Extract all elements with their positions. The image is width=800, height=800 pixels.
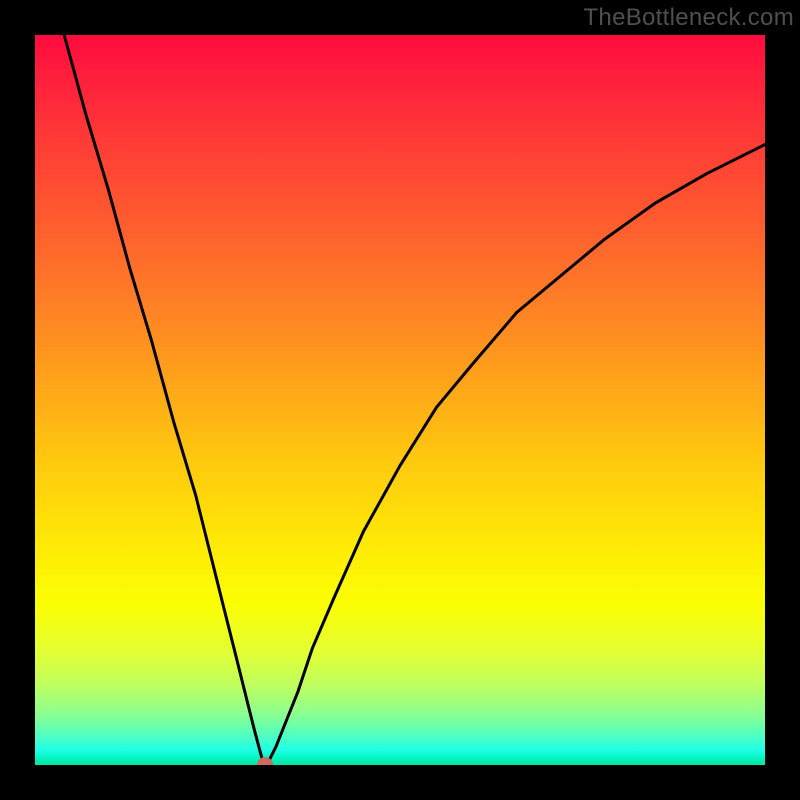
watermark-text: TheBottleneck.com (583, 4, 794, 32)
chart-frame: TheBottleneck.com (0, 0, 800, 800)
bottleneck-curve (35, 35, 765, 765)
plot-area (35, 35, 765, 765)
